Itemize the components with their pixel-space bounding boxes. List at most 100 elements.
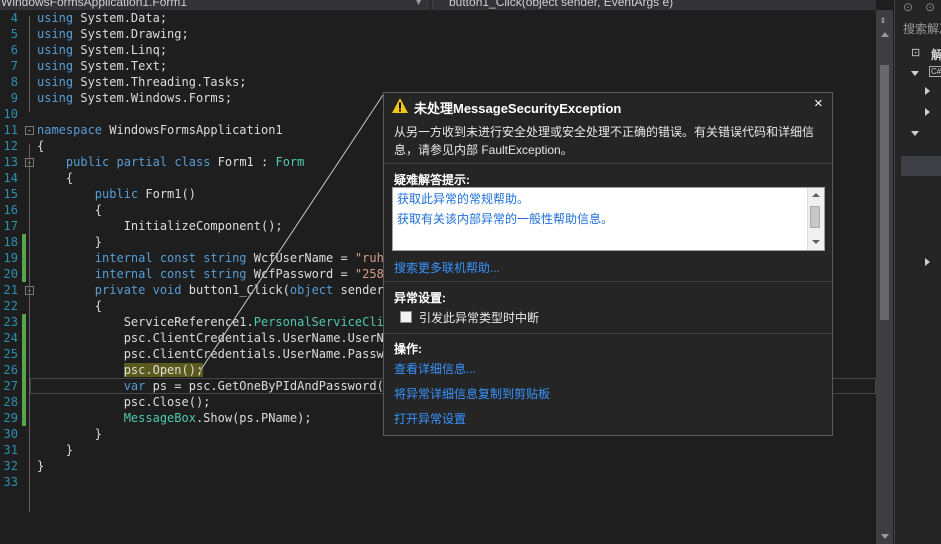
- code-token: PersonalServiceClie: [253, 315, 392, 329]
- code-token: WcfPassword =: [246, 267, 355, 281]
- line-number: 32: [3, 459, 18, 473]
- code-line[interactable]: private void button1_Click(object sender…: [37, 282, 398, 298]
- tip-link[interactable]: 获取有关该内部异常的一般性帮助信息。: [397, 210, 613, 227]
- code-line[interactable]: {: [37, 298, 102, 314]
- selected-tree-item[interactable]: [901, 156, 941, 176]
- code-line[interactable]: using System.Linq;: [37, 42, 167, 58]
- outline-guide: [29, 304, 30, 480]
- line-number: 11: [3, 123, 18, 137]
- scroll-down-icon[interactable]: [881, 534, 889, 539]
- troubleshooting-heading: 疑难解答提示:: [394, 173, 470, 187]
- code-token: }: [37, 443, 74, 457]
- change-marker: [22, 378, 26, 394]
- code-line[interactable]: using System.Text;: [37, 58, 167, 74]
- code-line[interactable]: MessageBox.Show(ps.PName);: [37, 410, 312, 426]
- tip-link[interactable]: 获取此异常的常规帮助。: [397, 190, 529, 207]
- expand-icon[interactable]: [925, 258, 930, 266]
- code-token: MessageBox: [123, 411, 196, 425]
- code-line[interactable]: public Form1(): [37, 186, 196, 202]
- code-line[interactable]: public partial class Form1 : Form: [37, 154, 304, 170]
- code-token: Form: [275, 155, 305, 169]
- tips-scrollbar[interactable]: [807, 188, 824, 250]
- code-line[interactable]: psc.ClientCredentials.UserName.UserNa: [37, 330, 391, 346]
- code-line[interactable]: using System.Windows.Forms;: [37, 90, 232, 106]
- change-marker: [22, 346, 26, 362]
- code-line[interactable]: var ps = psc.GetOneByPIdAndPassword(": [37, 378, 391, 394]
- code-token: .Show(ps.PName);: [195, 411, 312, 425]
- line-number: 30: [3, 427, 18, 441]
- code-line[interactable]: psc.Close();: [37, 394, 211, 410]
- forward-icon[interactable]: ⊙: [925, 0, 935, 14]
- line-number: 17: [3, 219, 18, 233]
- code-token: System.Data;: [73, 11, 168, 25]
- scrollbar-thumb[interactable]: [810, 206, 820, 228]
- code-line[interactable]: {: [37, 138, 44, 154]
- editor-vertical-scrollbar[interactable]: ⇕: [876, 10, 893, 544]
- collapse-icon[interactable]: -: [25, 126, 34, 136]
- code-line[interactable]: psc.ClientCredentials.UserName.Passwo: [37, 346, 391, 362]
- code-token: System.Windows.Forms;: [73, 91, 233, 105]
- code-token: System.Text;: [73, 59, 168, 73]
- expand-icon[interactable]: [925, 108, 930, 116]
- code-token: button1_Click(: [181, 283, 290, 297]
- type-combo[interactable]: WindowsFormsApplication1.Form1 ▼: [0, 0, 428, 10]
- code-line[interactable]: namespace WindowsFormsApplication1: [37, 122, 283, 138]
- code-token: const: [159, 251, 196, 265]
- code-token: using: [37, 75, 74, 89]
- code-line[interactable]: using System.Drawing;: [37, 26, 189, 42]
- expand-icon[interactable]: [911, 131, 919, 136]
- exception-title: 未处理MessageSecurityException: [414, 101, 622, 116]
- code-token: InitializeComponent();: [37, 219, 283, 233]
- scrollbar-thumb[interactable]: [880, 65, 889, 320]
- open-exception-settings-link[interactable]: 打开异常设置: [394, 410, 466, 427]
- code-token: using: [37, 91, 74, 105]
- break-on-exception-checkbox[interactable]: [400, 311, 412, 323]
- expand-icon[interactable]: [925, 87, 930, 95]
- code-line[interactable]: using System.Threading.Tasks;: [37, 74, 247, 90]
- actions-heading: 操作:: [394, 342, 422, 356]
- code-token: psc.Open();: [123, 363, 204, 377]
- change-marker: [22, 250, 26, 266]
- line-number: 8: [10, 75, 18, 89]
- close-icon[interactable]: ×: [814, 95, 823, 112]
- member-combo[interactable]: button1_Click(object sender, EventArgs e…: [432, 0, 876, 10]
- member-combo-label: button1_Click(object sender, EventArgs e…: [449, 0, 674, 9]
- code-line[interactable]: internal const string WcfPassword = "258…: [37, 266, 391, 282]
- code-line[interactable]: }: [37, 458, 44, 474]
- popup-header: 未处理MessageSecurityException ×: [384, 93, 832, 119]
- code-line[interactable]: InitializeComponent();: [37, 218, 283, 234]
- split-icon[interactable]: ⇕: [880, 16, 886, 26]
- scroll-up-icon[interactable]: [812, 193, 820, 197]
- code-line[interactable]: {: [37, 202, 102, 218]
- search-more-help-link[interactable]: 搜索更多联机帮助...: [394, 259, 500, 276]
- code-token: string: [203, 267, 247, 281]
- code-line[interactable]: using System.Data;: [37, 10, 167, 26]
- view-details-link[interactable]: 查看详细信息...: [394, 360, 476, 377]
- expand-icon[interactable]: [911, 71, 919, 76]
- copy-details-link[interactable]: 将异常详细信息复制到剪贴板: [394, 385, 550, 402]
- code-token: class: [174, 155, 211, 169]
- chevron-down-icon: ▼: [414, 0, 423, 7]
- scroll-up-icon[interactable]: [881, 32, 889, 37]
- code-line[interactable]: }: [37, 426, 102, 442]
- code-token: ps = psc.GetOneByPIdAndPassword(": [145, 379, 392, 393]
- code-line[interactable]: }: [37, 234, 102, 250]
- code-line[interactable]: internal const string WcfUserName = "ruh…: [37, 250, 398, 266]
- code-line[interactable]: psc.Open();: [37, 362, 204, 378]
- code-line[interactable]: }: [37, 442, 73, 458]
- code-token: WcfUserName =: [246, 251, 355, 265]
- code-line[interactable]: ServiceReference1.PersonalServiceClie: [37, 314, 391, 330]
- line-number: 26: [3, 363, 18, 377]
- code-line[interactable]: {: [37, 170, 73, 186]
- solution-search-input[interactable]: 搜索解决: [903, 20, 941, 37]
- code-token: System.Linq;: [73, 43, 168, 57]
- scroll-down-icon[interactable]: [812, 240, 820, 244]
- line-number: 9: [10, 91, 18, 105]
- divider: [384, 163, 832, 164]
- back-icon[interactable]: ⊙: [903, 0, 913, 14]
- line-number: 33: [3, 475, 18, 489]
- troubleshooting-tips-list[interactable]: 获取此异常的常规帮助。 获取有关该内部异常的一般性帮助信息。: [392, 187, 825, 251]
